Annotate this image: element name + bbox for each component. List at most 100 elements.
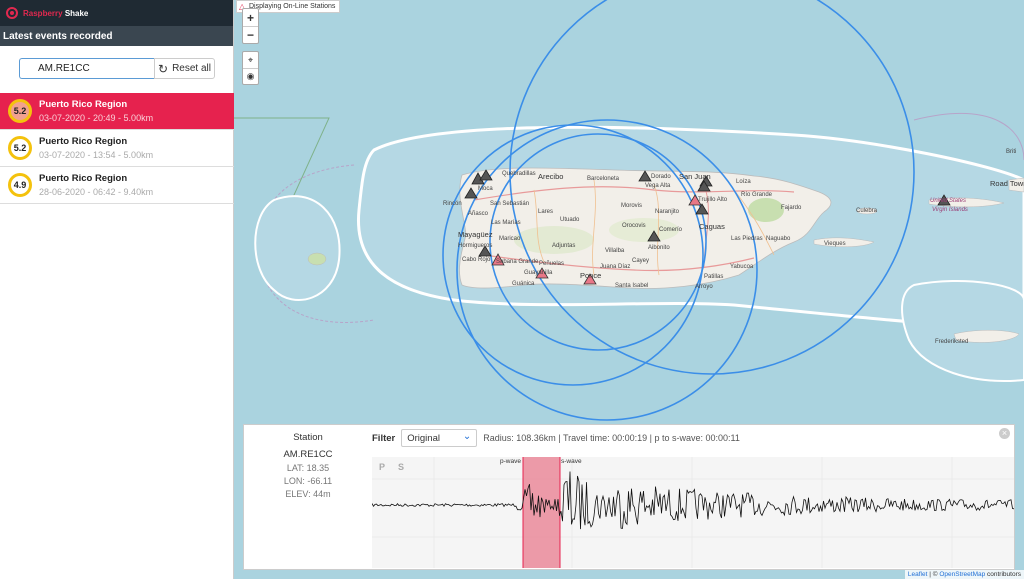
close-button[interactable]: ×	[999, 428, 1010, 439]
station-lat: LAT: 18.35	[286, 463, 330, 473]
map-label: Peñuelas	[539, 261, 565, 267]
map-label: Rincón	[443, 201, 462, 207]
chevron-down-icon: ⌄	[462, 431, 472, 442]
map-attribution: Leaflet | © OpenStreetMap contributors	[904, 570, 1024, 579]
p-toggle[interactable]: P	[379, 462, 385, 472]
map-label: Dorado	[651, 174, 671, 180]
map-label: United States	[930, 198, 967, 204]
locate-icon[interactable]: ⌖	[243, 52, 258, 68]
map-label: Las Piedras	[731, 236, 763, 242]
map-label: Aibonito	[648, 245, 670, 251]
map-label: Utuado	[560, 217, 580, 223]
events-header: Latest events recorded	[0, 26, 233, 46]
station-info: Station AM.RE1CC LAT: 18.35 LON: -66.11 …	[244, 425, 372, 571]
event-list: 5.2 Puerto Rico Region 03-07-2020 - 20:4…	[0, 93, 234, 204]
map-label: Naranjito	[655, 209, 680, 215]
event-subtitle: 03-07-2020 - 13:54 - 5.00km	[39, 149, 154, 160]
map-label: Hormigueros	[458, 243, 493, 249]
event-item[interactable]: 4.9 Puerto Rico Region 28-06-2020 - 06:4…	[0, 167, 234, 204]
map-label: Fajardo	[781, 205, 802, 211]
map-label: Vieques	[824, 241, 846, 247]
magnitude-badge: 4.9	[8, 173, 32, 197]
map-label: Mayagüez	[458, 230, 493, 239]
refresh-icon: ↻	[158, 61, 169, 76]
event-title: Puerto Rico Region	[39, 172, 128, 184]
map-label: Culebra	[856, 208, 878, 214]
station-search-input[interactable]	[19, 58, 154, 79]
osm-link[interactable]: OpenStreetMap	[939, 571, 985, 578]
map-label: Loíza	[736, 179, 751, 185]
map-label: Frederiksted	[935, 339, 969, 345]
map-label: Quebradillas	[502, 171, 536, 177]
map-label: Ponce	[580, 271, 602, 280]
map-label: Sabana Grande	[496, 259, 539, 265]
p-wave-label: p-wave	[500, 458, 521, 465]
s-wave-label: s-wave	[561, 458, 582, 465]
map-label: Santa Isabel	[615, 283, 649, 289]
event-title: Puerto Rico Region	[39, 98, 128, 110]
event-item[interactable]: 5.2 Puerto Rico Region 03-07-2020 - 20:4…	[0, 93, 234, 130]
leaflet-link[interactable]: Leaflet	[908, 571, 928, 578]
map-label: Maricao	[499, 236, 521, 242]
brand-name: Raspberry Shake	[23, 8, 89, 18]
seismogram-canvas	[371, 457, 1015, 568]
station-lon: LON: -66.11	[283, 476, 333, 486]
map-label: Orocovis	[622, 223, 646, 229]
map-label: Barceloneta	[587, 176, 620, 182]
raspberry-shake-logo-icon	[6, 7, 18, 19]
event-subtitle: 28-06-2020 - 06:42 - 9.40km	[39, 186, 154, 197]
filter-select[interactable]: Original ⌄	[401, 429, 478, 447]
map-label: Briti	[1006, 149, 1017, 155]
magnitude-badge: 5.2	[8, 99, 32, 123]
zoom-in-button[interactable]: +	[243, 9, 258, 26]
magnitude-badge: 5.2	[8, 136, 32, 160]
zoom-control: + −	[242, 8, 259, 44]
map-tools: ⌖ ◉	[242, 51, 259, 85]
map-label: Arecibo	[538, 172, 564, 181]
map-label: Las Marías	[491, 220, 521, 226]
map-label: Trujillo Alto	[698, 197, 728, 203]
map-label: Añasco	[468, 211, 489, 217]
map-label: Arroyo	[695, 284, 713, 290]
filter-label: Filter	[372, 432, 396, 444]
map-label: Morovis	[621, 203, 643, 209]
event-subtitle: 03-07-2020 - 20:49 - 5.00km	[39, 112, 154, 123]
map-label: Yabucoa	[730, 264, 754, 270]
map-label: Juana Díaz	[600, 264, 631, 270]
p-to-s-window	[523, 457, 560, 568]
reset-all-button[interactable]: ↻ Reset all	[154, 58, 215, 79]
map-label: Moca	[478, 186, 493, 192]
map-label: Río Grande	[741, 192, 773, 198]
filter-row: Filter Original ⌄ Radius: 108.36km | Tra…	[372, 429, 740, 447]
map-label: San Sebastián	[490, 201, 530, 207]
map-label: Caguas	[699, 222, 725, 231]
map-label: Comerío	[659, 227, 683, 233]
map-label: Guayanilla	[524, 270, 553, 276]
station-panel: Station AM.RE1CC LAT: 18.35 LON: -66.11 …	[243, 424, 1015, 570]
map-label: San Juan	[679, 172, 711, 181]
station-heading: Station	[293, 432, 323, 443]
event-item[interactable]: 5.2 Puerto Rico Region 03-07-2020 - 13:5…	[0, 130, 234, 167]
map-label: Villalba	[605, 248, 625, 254]
map-label: Lares	[538, 209, 554, 215]
wave-info-text: Radius: 108.36km | Travel time: 00:00:19…	[483, 433, 740, 443]
map-label: Adjuntas	[552, 243, 576, 249]
map-label: Guánica	[512, 281, 535, 287]
map-label: Naguabo	[766, 236, 791, 242]
seismogram[interactable]: P S p-wave s-wave	[371, 457, 1015, 568]
map-label: Cabo Rojo	[462, 257, 491, 263]
station-code: AM.RE1CC	[283, 449, 333, 460]
map-label: Patillas	[704, 274, 724, 280]
map-label: Cayey	[632, 258, 650, 264]
sidebar: Raspberry Shake Latest events recorded ↻…	[0, 0, 234, 579]
map-label: Vega Alta	[645, 183, 671, 189]
eye-icon[interactable]: ◉	[243, 68, 258, 84]
event-title: Puerto Rico Region	[39, 135, 128, 147]
s-toggle[interactable]: S	[398, 462, 404, 472]
station-elev: ELEV: 44m	[285, 489, 331, 499]
map-label: Road Town	[990, 179, 1024, 188]
brand-bar: Raspberry Shake	[0, 0, 233, 26]
reset-all-label: Reset all	[172, 63, 211, 74]
waveform-trace	[371, 471, 1015, 530]
zoom-out-button[interactable]: −	[243, 26, 258, 43]
